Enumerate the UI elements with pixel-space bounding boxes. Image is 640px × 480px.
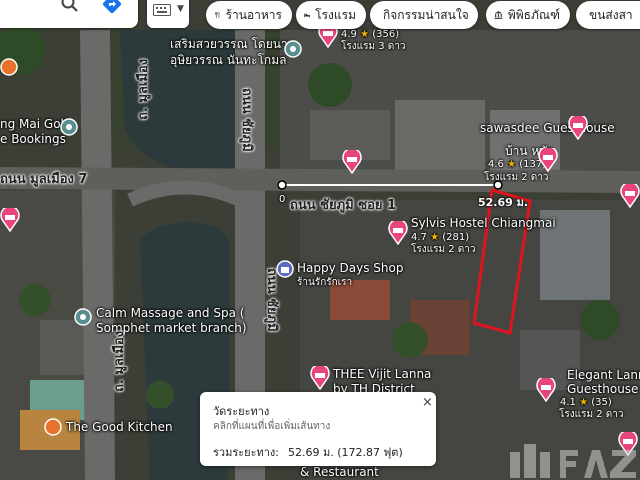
hotel-pin-icon[interactable] bbox=[620, 184, 640, 208]
card-subtitle: คลิกที่แผนที่เพื่อเพิ่มเส้นทาง bbox=[213, 421, 331, 432]
calm-label-1: Calm Massage and Spa ( bbox=[96, 306, 245, 320]
elegant-rating: 4.1 ★ (35) bbox=[560, 397, 612, 408]
hotel-pin-icon[interactable] bbox=[538, 148, 558, 172]
search-icon[interactable] bbox=[60, 0, 80, 14]
road-chaiyaphum-vertical-1: ถนน ชัยภูมิ bbox=[239, 88, 254, 152]
road-moonmuang-vertical-1: ถ. มูลเมือง bbox=[136, 58, 151, 120]
restaurant-label: & Restaurant bbox=[300, 465, 379, 479]
chip-hotels[interactable]: โรงแรม bbox=[296, 1, 366, 29]
chip-restaurants[interactable]: ร้านอาหาร bbox=[206, 1, 292, 29]
hotel-pin-icon[interactable] bbox=[310, 366, 330, 390]
temple-label-1: เสริมสวยวรรณ โดยนาง bbox=[170, 37, 294, 51]
chip-restaurants-label: ร้านอาหาร bbox=[225, 7, 282, 22]
close-icon[interactable]: × bbox=[422, 395, 433, 410]
hotel-top-rating: 4.9 ★ (356) bbox=[341, 29, 400, 40]
happy-days-sub: ร้านรักรักเรา bbox=[297, 277, 353, 288]
directions-icon[interactable] bbox=[101, 0, 123, 15]
chevron-down-icon: ▼ bbox=[177, 4, 184, 14]
measure-start-point bbox=[277, 180, 287, 190]
total-distance-label: รวมระยะทาง: bbox=[213, 446, 280, 459]
chip-hotels-label: โรงแรม bbox=[315, 7, 356, 22]
golf-place-icon[interactable] bbox=[60, 118, 78, 136]
restaurant-icon[interactable] bbox=[44, 418, 62, 436]
fork-knife-icon bbox=[215, 11, 220, 18]
chip-transit[interactable]: ขนส่งสา bbox=[576, 1, 640, 29]
place-icon[interactable] bbox=[284, 40, 302, 58]
bankhai-type: โรงแรม 2 ดาว bbox=[484, 172, 549, 183]
temple-label-2: อุษิยวรรณ นันทะโกมล bbox=[170, 53, 287, 67]
keyboard-icon bbox=[153, 4, 171, 16]
golf-label-2: e Bookings bbox=[0, 132, 66, 146]
golf-label-1: ng Mai Golf bbox=[0, 117, 69, 131]
sawasdee-label: sawasdee Guesthouse bbox=[480, 121, 615, 135]
search-box[interactable] bbox=[0, 0, 138, 28]
chip-things-to-do-label: กิจกรรมน่าสนใจ bbox=[383, 7, 469, 22]
elegant-type: โรงแรม 2 ดาว bbox=[559, 409, 624, 420]
hotel-top-type: โรงแรม 3 ดาว bbox=[341, 41, 406, 52]
elegant-label-2: Guesthouse bbox=[567, 382, 639, 396]
road-moonmuang-vertical-2: ถ. มูลเมือง bbox=[112, 330, 127, 392]
watermark-logo bbox=[510, 444, 636, 478]
hotel-pin-icon[interactable] bbox=[0, 208, 20, 232]
measure-distance-card: วัดระยะทาง คลิกที่แผนที่เพื่อเพิ่มเส้นทา… bbox=[200, 392, 436, 466]
road-moonmuang-7: ถนน มูลเมือง 7 bbox=[0, 172, 88, 187]
hotel-pin-icon[interactable] bbox=[388, 221, 408, 245]
road-chaiyaphum-vertical-2: ถนน ชัยภูมิ bbox=[264, 268, 279, 332]
chip-transit-label: ขนส่งสา bbox=[589, 7, 633, 22]
bed-icon bbox=[304, 13, 310, 18]
sylvis-label: Sylvis Hostel Chiangmai bbox=[411, 216, 556, 230]
sylvis-type: โรงแรม 2 ดาว bbox=[411, 244, 476, 255]
hotel-pin-icon[interactable] bbox=[342, 150, 362, 174]
hotel-pin-icon[interactable] bbox=[536, 378, 556, 402]
top-toolbar: ▼ ร้านอาหาร โรงแรม กิจกรรมน่าสนใจ พิพิธภ… bbox=[0, 0, 640, 30]
measure-start-label: 0 bbox=[279, 194, 286, 205]
sylvis-rating: 4.7 ★ (281) bbox=[411, 232, 470, 243]
measure-distance-label: 52.69 ม. bbox=[478, 196, 529, 209]
thee-label-1: THEE Vijit Lanna bbox=[333, 367, 432, 381]
spa-place-icon[interactable] bbox=[74, 308, 92, 326]
total-distance-value: 52.69 ม. (172.87 ฟุต) bbox=[288, 446, 403, 459]
card-title: วัดระยะทาง bbox=[213, 405, 270, 418]
chip-things-to-do[interactable]: กิจกรรมน่าสนใจ bbox=[370, 1, 478, 29]
happy-days-label: Happy Days Shop bbox=[297, 261, 404, 275]
elegant-label-1: Elegant Lanna bbox=[567, 368, 640, 382]
good-kitchen-label: The Good Kitchen bbox=[66, 420, 173, 434]
input-tools-button[interactable]: ▼ bbox=[147, 0, 189, 28]
shop-place-icon[interactable] bbox=[0, 58, 18, 76]
chip-museums[interactable]: พิพิธภัณฑ์ bbox=[486, 1, 570, 29]
road-chaiyaphum-soi-1: ถนน ชัยภูมิ ซอย 1 bbox=[290, 198, 397, 213]
hotel-pin-icon[interactable] bbox=[568, 116, 588, 140]
chip-museums-label: พิพิธภัณฑ์ bbox=[507, 7, 560, 22]
museum-icon bbox=[494, 11, 503, 19]
